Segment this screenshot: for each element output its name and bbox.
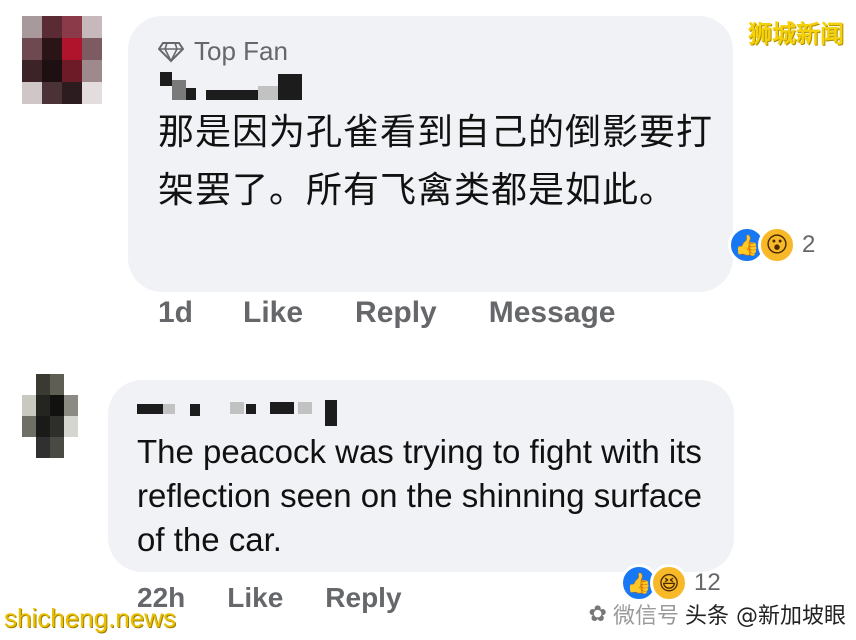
reaction-count: 2	[802, 231, 816, 258]
diamond-icon	[158, 41, 184, 63]
haha-icon: 😆	[650, 564, 688, 602]
watermark-text: 头条 @新加坡眼	[685, 604, 846, 629]
avatar[interactable]	[22, 16, 102, 104]
top-fan-badge: Top Fan	[158, 36, 288, 67]
avatar[interactable]	[22, 374, 78, 458]
reaction-count: 12	[694, 569, 721, 596]
reply-button[interactable]: Reply	[325, 582, 401, 614]
wechat-icon: ✿	[588, 601, 607, 627]
watermark-faded-text: 微信号	[612, 604, 679, 629]
comment-actions: 22h Like Reply	[137, 582, 402, 614]
watermark-bottom-left: shicheng.news	[4, 603, 176, 633]
comment-actions: 1d Like Reply Message	[158, 296, 616, 330]
comment-text: 那是因为孔雀看到自己的倒影要打架罢了。所有飞禽类都是如此。	[158, 112, 714, 211]
top-fan-label: Top Fan	[194, 36, 288, 66]
like-button[interactable]: Like	[227, 582, 283, 614]
reply-button[interactable]: Reply	[355, 296, 437, 330]
reactions-summary[interactable]: 👍 😮 2	[728, 226, 815, 264]
comment-timestamp[interactable]: 1d	[158, 296, 193, 330]
watermark-top-right: 狮城新闻	[748, 20, 844, 48]
like-button[interactable]: Like	[243, 296, 303, 330]
watermark-bottom-right: ✿ 微信号 头条 @新加坡眼	[589, 598, 846, 630]
reactions-summary[interactable]: 👍 😆 12	[620, 564, 721, 602]
comment-text: The peacock was trying to fight with its…	[137, 433, 703, 558]
wow-icon: 😮	[758, 226, 796, 264]
message-button[interactable]: Message	[489, 296, 616, 330]
